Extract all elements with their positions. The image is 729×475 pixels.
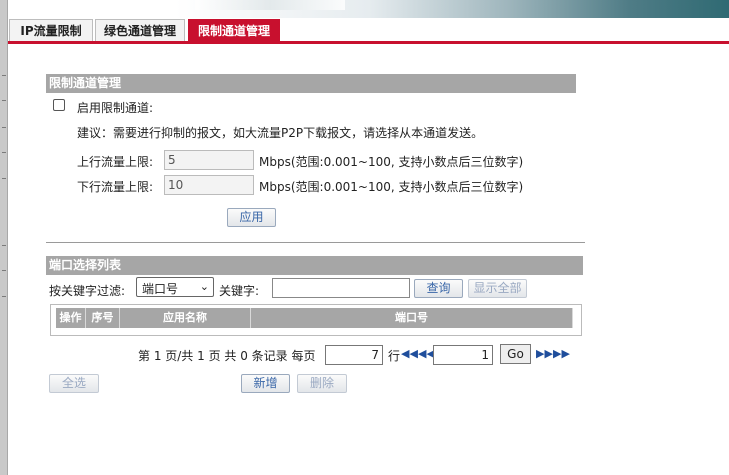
upstream-hint: Mbps(范围:0.001~100, 支持小数点后三位数字) <box>259 155 524 169</box>
first-page-icon[interactable]: ◀◀ <box>401 347 418 361</box>
keyword-label: 关键字: <box>219 284 260 298</box>
keyword-input[interactable] <box>272 278 410 298</box>
port-section-title: 端口选择列表 <box>46 256 583 275</box>
per-page-input[interactable] <box>325 345 383 365</box>
column-header-index: 序号 <box>86 308 120 328</box>
filter-label: 按关键字过滤: <box>49 284 126 298</box>
advice-text: 建议：需要进行抑制的报文，如大流量P2P下载报文，请选择从本通道发送。 <box>77 126 484 140</box>
upstream-limit-input[interactable] <box>164 150 254 170</box>
tab-green-channel[interactable]: 绿色通道管理 <box>95 19 185 41</box>
next-page-icon[interactable]: ▶▶ <box>536 347 553 361</box>
tab-limit-channel[interactable]: 限制通道管理 <box>188 19 280 41</box>
show-all-button[interactable]: 显示全部 <box>468 279 527 298</box>
column-header-port: 端口号 <box>251 308 573 328</box>
tab-ip-traffic-limit[interactable]: IP流量限制 <box>9 19 93 41</box>
page-number-input[interactable] <box>433 345 493 365</box>
column-header-action: 操作 <box>56 308 86 328</box>
add-button[interactable]: 新增 <box>241 374 290 393</box>
tab-underline <box>8 41 729 44</box>
select-dropdown-icon: ⌄ <box>199 280 209 293</box>
search-button[interactable]: 查询 <box>414 279 463 298</box>
last-page-icon[interactable]: ▶▶ <box>553 347 570 361</box>
go-button[interactable]: Go <box>500 344 531 364</box>
rows-unit: 行 <box>388 349 401 363</box>
enable-limit-label: 启用限制通道: <box>77 101 154 115</box>
tab-label: 限制通道管理 <box>197 24 270 38</box>
delete-button[interactable]: 删除 <box>297 374 347 393</box>
downstream-limit-input[interactable] <box>164 175 254 195</box>
section-divider <box>46 242 585 243</box>
tab-label: IP流量限制 <box>20 24 82 38</box>
downstream-label: 下行流量上限: <box>77 180 154 194</box>
tab-label: 绿色通道管理 <box>104 24 177 38</box>
downstream-hint: Mbps(范围:0.001~100, 支持小数点后三位数字) <box>259 180 524 194</box>
limit-section-title: 限制通道管理 <box>46 74 576 93</box>
enable-limit-checkbox[interactable] <box>53 99 65 111</box>
column-header-app-name: 应用名称 <box>120 308 251 328</box>
upstream-label: 上行流量上限: <box>77 155 154 169</box>
pagination-info: 第 1 页/共 1 页 共 0 条记录 每页 <box>138 349 316 363</box>
filter-select[interactable]: 端口号 ⌄ <box>136 277 214 297</box>
apply-button[interactable]: 应用 <box>227 208 276 227</box>
left-frame-bar <box>0 0 8 475</box>
filter-selected-value: 端口号 <box>142 282 179 296</box>
header-banner-highlight <box>195 0 345 10</box>
select-all-button[interactable]: 全选 <box>49 374 99 393</box>
